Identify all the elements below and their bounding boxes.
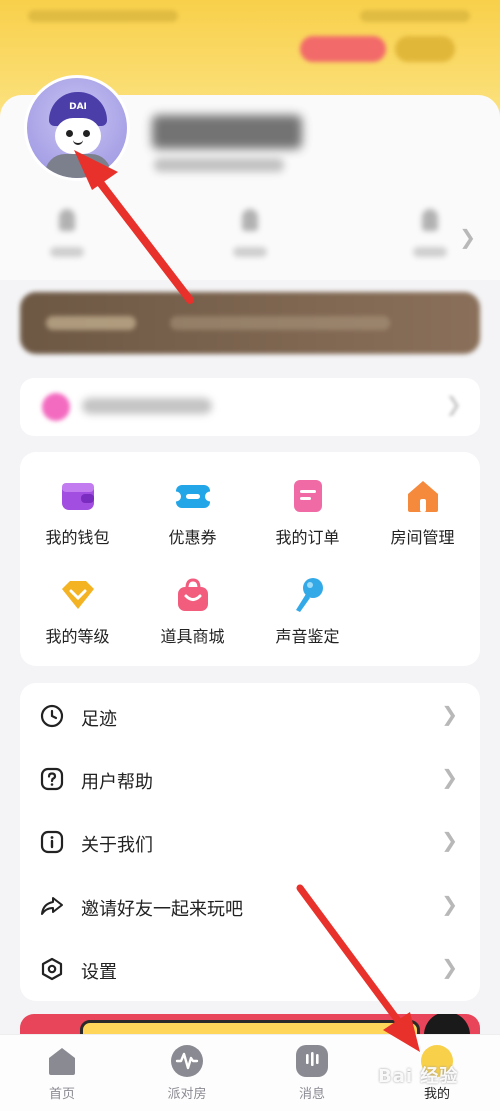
chevron-right-icon: ❯ xyxy=(441,828,458,852)
menu-item-settings[interactable]: 设置 ❯ xyxy=(20,937,480,1000)
menu-item-label: 足迹 xyxy=(81,709,117,730)
profile-stats xyxy=(0,205,500,265)
coupon-icon xyxy=(170,477,215,515)
menu-list: 足迹 ❯ 用户帮助 ❯ 关于我们 ❯ 邀请好友一起来玩吧 ❯ 设置 ❯ xyxy=(20,683,480,1001)
stat-item[interactable] xyxy=(220,205,280,265)
grid-item-label: 声音鉴定 xyxy=(275,627,340,646)
order-icon xyxy=(289,477,327,515)
nickname-blurred[interactable] xyxy=(152,115,302,149)
help-icon xyxy=(40,767,64,791)
grid-item-label: 道具商城 xyxy=(160,627,225,646)
user-id-blurred xyxy=(154,158,284,172)
avatar[interactable]: DAI xyxy=(24,75,130,181)
tab-label: 派对房 xyxy=(167,1087,207,1102)
wallet-icon xyxy=(59,477,97,515)
chevron-right-icon: ❯ xyxy=(441,702,458,726)
watermark: Bai 经验 xyxy=(378,1066,459,1087)
avatar-mouth xyxy=(73,140,83,145)
coins-pill-button[interactable] xyxy=(395,36,455,62)
house-icon xyxy=(404,477,442,515)
stat-item[interactable] xyxy=(37,205,97,265)
tab-label: 首页 xyxy=(48,1087,75,1102)
diamond-icon xyxy=(59,576,97,614)
chevron-right-icon: ❯ xyxy=(441,892,458,916)
menu-item-label: 关于我们 xyxy=(81,835,153,856)
clock-icon xyxy=(40,704,64,728)
stat-item[interactable] xyxy=(400,205,460,265)
menu-item-about[interactable]: 关于我们 ❯ xyxy=(20,810,480,873)
grid-item-label: 我的订单 xyxy=(275,528,340,547)
microphone-icon xyxy=(289,576,327,614)
tab-label: 消息 xyxy=(298,1087,325,1102)
settings-hexagon-icon xyxy=(40,957,64,981)
waveform-icon xyxy=(171,1045,203,1077)
chevron-right-icon: ❯ xyxy=(441,955,458,979)
avatar-eye-left xyxy=(66,130,73,137)
grid-item-wallet[interactable]: 我的钱包 xyxy=(20,477,135,548)
info-icon xyxy=(40,830,64,854)
avatar-badge-text: DAI xyxy=(69,102,87,112)
promo-text-blurred xyxy=(82,398,212,414)
menu-item-label: 设置 xyxy=(81,962,117,983)
status-bar xyxy=(0,0,500,36)
chevron-right-icon: ❯ xyxy=(445,392,462,416)
avatar-eye-right xyxy=(83,130,90,137)
grid-item-level[interactable]: 我的等级 xyxy=(20,576,135,647)
menu-item-help[interactable]: 用户帮助 ❯ xyxy=(20,747,480,810)
avatar-face xyxy=(55,118,101,154)
grid-item-label: 房间管理 xyxy=(390,528,455,547)
share-icon xyxy=(40,894,64,918)
feature-grid: 我的钱包 优惠券 我的订单 房间管理 我的等级 道具商城 声音鉴定 xyxy=(20,452,480,666)
menu-item-invite[interactable]: 邀请好友一起来玩吧 ❯ xyxy=(20,874,480,937)
message-icon xyxy=(296,1045,328,1077)
menu-item-label: 用户帮助 xyxy=(81,772,153,793)
grid-item-coupon[interactable]: 优惠券 xyxy=(135,477,250,548)
grid-item-label: 我的等级 xyxy=(45,627,110,646)
vip-pill-button[interactable] xyxy=(300,36,386,62)
tab-home[interactable]: 首页 xyxy=(12,1045,112,1102)
grid-item-room-management[interactable]: 房间管理 xyxy=(365,477,480,548)
shopping-bag-icon xyxy=(174,576,212,614)
status-bar-right xyxy=(360,10,470,22)
avatar-body xyxy=(45,154,111,178)
menu-item-footprint[interactable]: 足迹 ❯ xyxy=(20,684,480,747)
tab-messages[interactable]: 消息 xyxy=(262,1045,362,1102)
grid-item-prop-mall[interactable]: 道具商城 xyxy=(135,576,250,647)
grid-item-orders[interactable]: 我的订单 xyxy=(250,477,365,548)
promo-row[interactable]: ❯ xyxy=(20,378,480,436)
grid-item-label: 我的钱包 xyxy=(45,528,110,547)
tab-party-room[interactable]: 派对房 xyxy=(137,1045,237,1102)
status-bar-left xyxy=(28,10,178,22)
membership-banner[interactable] xyxy=(20,292,480,354)
home-icon xyxy=(46,1045,78,1077)
grid-item-voice-test[interactable]: 声音鉴定 xyxy=(250,576,365,647)
promo-icon xyxy=(42,393,70,421)
chevron-right-icon: ❯ xyxy=(441,765,458,789)
grid-item-label: 优惠券 xyxy=(168,528,217,547)
menu-item-label: 邀请好友一起来玩吧 xyxy=(81,899,243,920)
